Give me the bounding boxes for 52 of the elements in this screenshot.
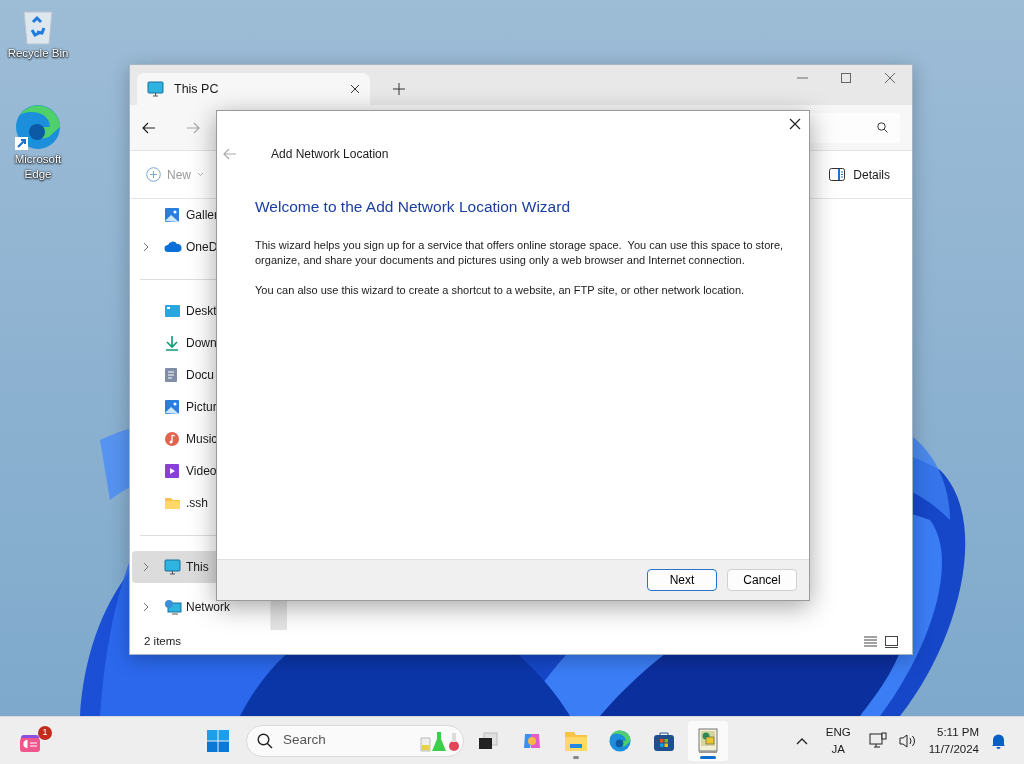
- details-pane-icon: [829, 168, 846, 181]
- network-status-icon[interactable]: [868, 732, 887, 749]
- search-box[interactable]: Search: [246, 724, 464, 757]
- lab-flasks-icon: [419, 729, 461, 752]
- wizard-app-icon: [697, 727, 719, 754]
- download-icon: [164, 335, 180, 351]
- close-icon[interactable]: [350, 84, 360, 94]
- details-button[interactable]: Details: [829, 165, 902, 184]
- search-icon: [877, 122, 888, 133]
- image-icon: [164, 399, 180, 415]
- paragraph: You can also use this wizard to create a shortcut to a website, an FTP site, or other network location.: [255, 283, 746, 299]
- desktop-folder-icon: [164, 304, 181, 318]
- folder-icon: [564, 729, 588, 752]
- shopping-bag-icon: [653, 729, 675, 752]
- music-icon: [164, 431, 180, 447]
- notification-count: 1: [38, 725, 52, 740]
- folder-icon: [164, 496, 181, 510]
- language-indicator[interactable]: ENG JA: [825, 723, 851, 758]
- plus-circle-icon: [146, 167, 161, 182]
- paragraph: This wizard helps you sign up for a service that offers online storage space. You can use this space to store, organize, and share your documents and pictures using only a web browser and Internet connection.: [255, 238, 785, 269]
- search-icon: [257, 732, 273, 749]
- document-icon: [164, 367, 178, 383]
- windows-logo-icon: [207, 729, 229, 752]
- wizard-heading: Welcome to the Add Network Location Wizard: [255, 197, 572, 217]
- plus-icon[interactable]: [393, 83, 405, 95]
- wizard-button[interactable]: Cancel: [727, 569, 797, 591]
- list-view-icon[interactable]: [864, 636, 877, 647]
- search-field[interactable]: Search: [281, 729, 411, 752]
- maximize-icon[interactable]: [841, 73, 851, 83]
- monitor-icon: [164, 559, 181, 575]
- tab[interactable]: This PC: [137, 73, 370, 105]
- network-icon: [164, 599, 182, 615]
- status-text: 2 items: [144, 634, 182, 650]
- close-icon[interactable]: [789, 118, 801, 130]
- browser-icon: [608, 728, 632, 753]
- task-view-icon: [478, 731, 498, 750]
- caret-icon: [197, 172, 204, 177]
- back-arrow-icon[interactable]: [142, 121, 156, 134]
- wizard-button[interactable]: Next: [647, 569, 717, 591]
- video-icon: [164, 463, 180, 479]
- volume-icon[interactable]: [898, 732, 917, 749]
- image-icon: [164, 207, 180, 223]
- clock[interactable]: 5:11 PM 11/7/2024: [928, 723, 979, 758]
- bell-icon[interactable]: [991, 732, 1006, 749]
- widgets-button[interactable]: 1: [18, 725, 52, 756]
- monitor-icon: [147, 81, 164, 97]
- browser-icon: [13, 102, 63, 152]
- chevron-up-icon[interactable]: [795, 736, 808, 745]
- sidebar-item[interactable]: Network: [132, 591, 268, 623]
- dialog-title: Add Network Location: [271, 146, 389, 163]
- cloud-icon: [164, 241, 182, 253]
- tiles-view-icon[interactable]: [885, 636, 898, 648]
